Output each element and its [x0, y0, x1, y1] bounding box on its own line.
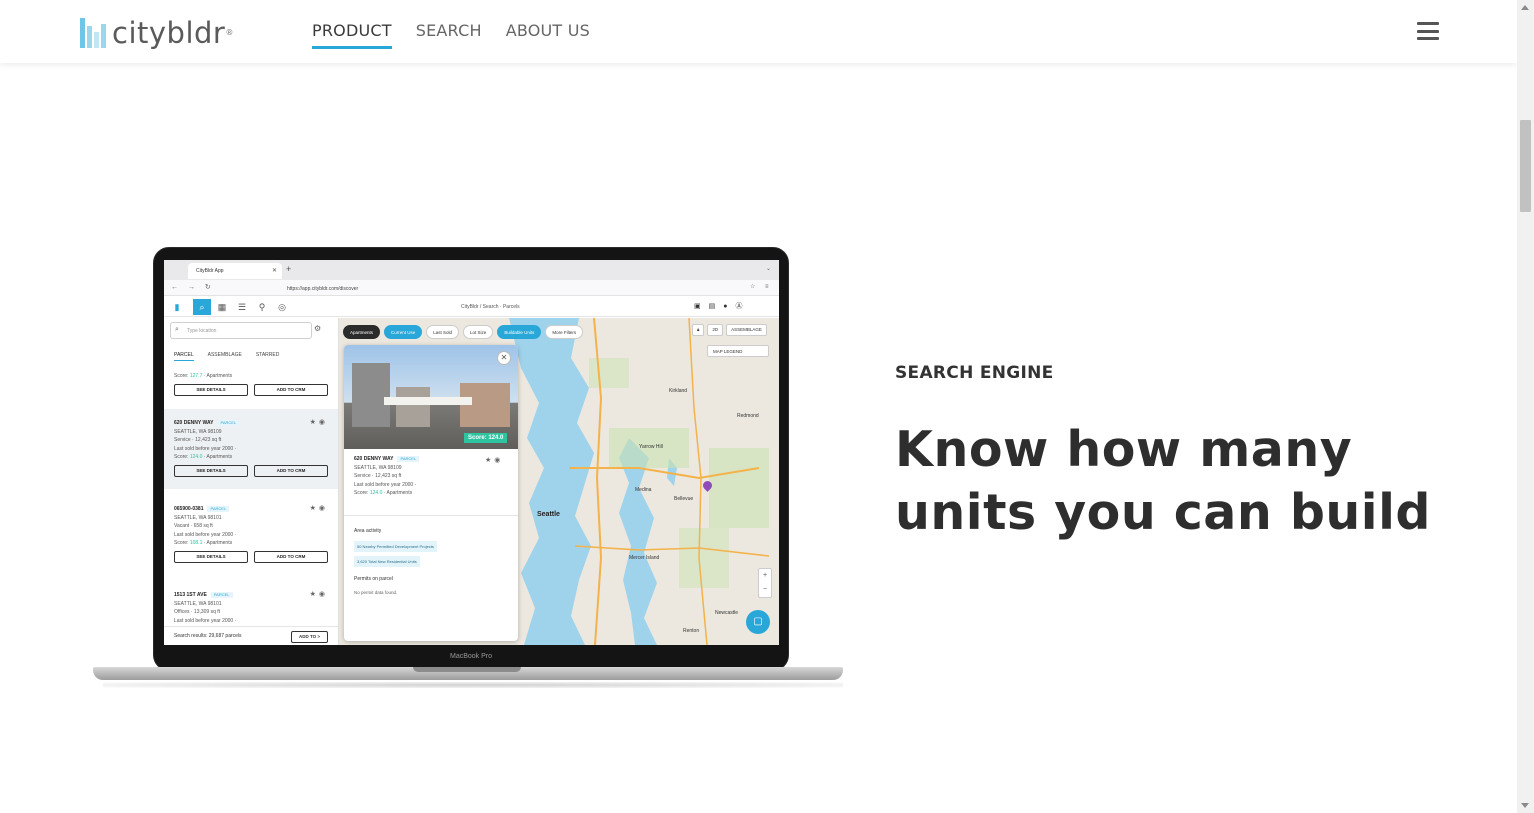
laptop-model-label: MacBook Pro [449, 653, 493, 660]
star-hide-icons: ★◉ [309, 505, 328, 512]
close-icon: ✕ [497, 351, 511, 365]
map-label: Bellevue [674, 496, 694, 502]
result-card: ★◉ 1513 1ST AVE PARCEL SEATTLE, WA 98101 … [174, 591, 328, 624]
see-details-button: SEE DETAILS [174, 550, 248, 563]
browser-url: https://app.citybldr.com/discover [287, 286, 359, 292]
laptop-mockup: CityBldr App ✕ + ⌄ ← → ↻ https://app.city… [93, 246, 849, 692]
map-label: Newcastle [715, 610, 739, 616]
results-panel: ⌕ Type location ⚙ PARCEL ASSEMBLAGE STARR… [164, 318, 339, 645]
hamburger-menu-icon[interactable] [1417, 22, 1439, 40]
map-label: Kirkland [669, 388, 688, 394]
area-activity-heading: Area activity [354, 528, 382, 534]
logo-bars-icon [80, 18, 106, 48]
globe-icon: ◎ [278, 302, 286, 312]
filter-settings-icon: ⚙ [314, 324, 322, 333]
laptop-notch [413, 667, 521, 672]
parcel-popup: ✕ Score: 124.0 ★◉ 620 DENNY WAY PARCEL SE… [344, 345, 518, 641]
map-label: Medina [635, 487, 652, 493]
map-controls: 🔒︎ 2D ASSEMBLAGE [692, 324, 767, 336]
results-footer: Search results: 29,687 parcels ADD TO > [164, 626, 338, 645]
map-label: Mercer Island [629, 555, 660, 561]
score-badge: Score: 124.0 [464, 433, 508, 443]
lock-icon: 🔒︎ [692, 324, 705, 336]
add-to-crm-button: ADD TO CRM [254, 383, 328, 396]
filter-chips: Apartments Current Use Last Sold Lot Siz… [343, 325, 584, 339]
tab-close-icon: ✕ [271, 268, 277, 274]
add-to-crm-button: ADD TO CRM [254, 550, 328, 563]
tab-assemblage: ASSEMBLAGE [207, 352, 242, 358]
laptop-shadow [103, 682, 843, 688]
see-details-button: SEE DETAILS [174, 464, 248, 477]
app-toolbar: ▮ ⌕ ▦ ☰ ⚲ ◎ CityBldr / Search · Parcels … [164, 297, 779, 317]
browser-url-row: ← → ↻ https://app.citybldr.com/discover … [164, 280, 779, 296]
filter-lot-size: Lot Size [463, 325, 494, 339]
section-eyebrow: SEARCH ENGINE [895, 363, 1054, 383]
add-to-button: ADD TO > [291, 631, 328, 643]
popup-divider [344, 515, 518, 516]
app-breadcrumb: CityBldr / Search · Parcels [461, 304, 520, 310]
scroll-up-arrow-icon[interactable] [1521, 5, 1529, 10]
main-nav: PRODUCT SEARCH ABOUT US [312, 21, 590, 49]
chart-icon: ☰ [237, 302, 247, 312]
star-hide-icons: ★◉ [309, 591, 328, 598]
browser-nav-icons: ← → ↻ [171, 284, 215, 291]
tab-starred: STARRED [255, 352, 280, 358]
nav-search[interactable]: SEARCH [416, 21, 482, 49]
star-hide-icons: ★◉ [309, 419, 328, 426]
result-card: ★◉ 065900-0381 PARCEL SEATTLE, WA 98101 V… [164, 495, 338, 575]
tab-list-icon: ⌄ [766, 266, 772, 272]
activity-pill: 50 Nearby Permitted Development Projects [354, 541, 437, 552]
section-headline: Know how many units you can build [895, 421, 1431, 541]
filter-current-use: Current Use [384, 325, 423, 339]
permits-text: No permit data found. [354, 590, 398, 595]
app-header-icons: ▣▤●Ⓐ [694, 303, 751, 310]
parcel-photo: ✕ Score: 124.0 [344, 345, 518, 449]
page-scrollbar[interactable] [1517, 0, 1534, 813]
page: citybldr® PRODUCT SEARCH ABOUT US CityBl… [0, 0, 1534, 813]
add-to-crm-button: ADD TO CRM [254, 464, 328, 477]
site-header: citybldr® PRODUCT SEARCH ABOUT US [0, 0, 1517, 63]
app-logo-icon: ▮ [174, 302, 180, 312]
map-label: Seattle [537, 511, 560, 518]
popup-details: 620 DENNY WAY PARCEL SEATTLE, WA 98109 Se… [344, 455, 518, 498]
browser-tab-strip: CityBldr App ✕ + ⌄ [164, 260, 779, 280]
search-icon: ⌕ [193, 299, 211, 315]
result-card: Score: 127.7 · Apartments SEE DETAILS ADD… [164, 372, 338, 396]
chat-icon: ▢ [746, 610, 770, 634]
result-card: ★◉ 620 DENNY WAY PARCEL SEATTLE, WA 98109… [164, 409, 338, 489]
map-label: Redmond [737, 413, 759, 419]
search-icon: ⌕ [175, 326, 179, 333]
map-legend: MAP LEGEND [707, 345, 769, 357]
logo-wordmark: citybldr® [112, 16, 234, 50]
map-assemblage-toggle: ASSEMBLAGE [726, 324, 767, 336]
tab-parcel: PARCEL [174, 352, 194, 361]
browser-tab: CityBldr App ✕ [188, 263, 282, 279]
permits-heading: Permits on parcel [354, 576, 393, 582]
scroll-thumb[interactable] [1520, 120, 1531, 212]
laptop-screen: CityBldr App ✕ + ⌄ ← → ↻ https://app.city… [164, 260, 779, 645]
filter-more: More Filters [545, 325, 584, 339]
zoom-controls: + − [758, 568, 772, 598]
browser-menu-icons: ☆ ≡ [750, 284, 773, 290]
map-2d-toggle: 2D [707, 324, 724, 336]
activity-pill: 3,620 Total New Residential Units [354, 556, 420, 567]
new-tab-icon: + [286, 264, 292, 274]
results-tabs: PARCEL ASSEMBLAGE STARRED [174, 352, 279, 361]
nav-about-us[interactable]: ABOUT US [506, 21, 590, 49]
scroll-down-arrow-icon[interactable] [1521, 803, 1529, 808]
map-label: Yarrow Hill [639, 444, 663, 450]
logo[interactable]: citybldr® [80, 14, 234, 48]
filter-apartments: Apartments [343, 325, 381, 339]
table-icon: ▦ [217, 302, 227, 312]
filter-buildable-units: Buildable Units [497, 325, 542, 339]
location-search-input: ⌕ Type location [170, 322, 312, 339]
see-details-button: SEE DETAILS [174, 383, 248, 396]
nav-product[interactable]: PRODUCT [312, 21, 392, 49]
map-pin-icon: ⚲ [258, 302, 266, 312]
filter-last-sold: Last Sold [426, 325, 460, 339]
map-label: Renton [683, 628, 700, 634]
